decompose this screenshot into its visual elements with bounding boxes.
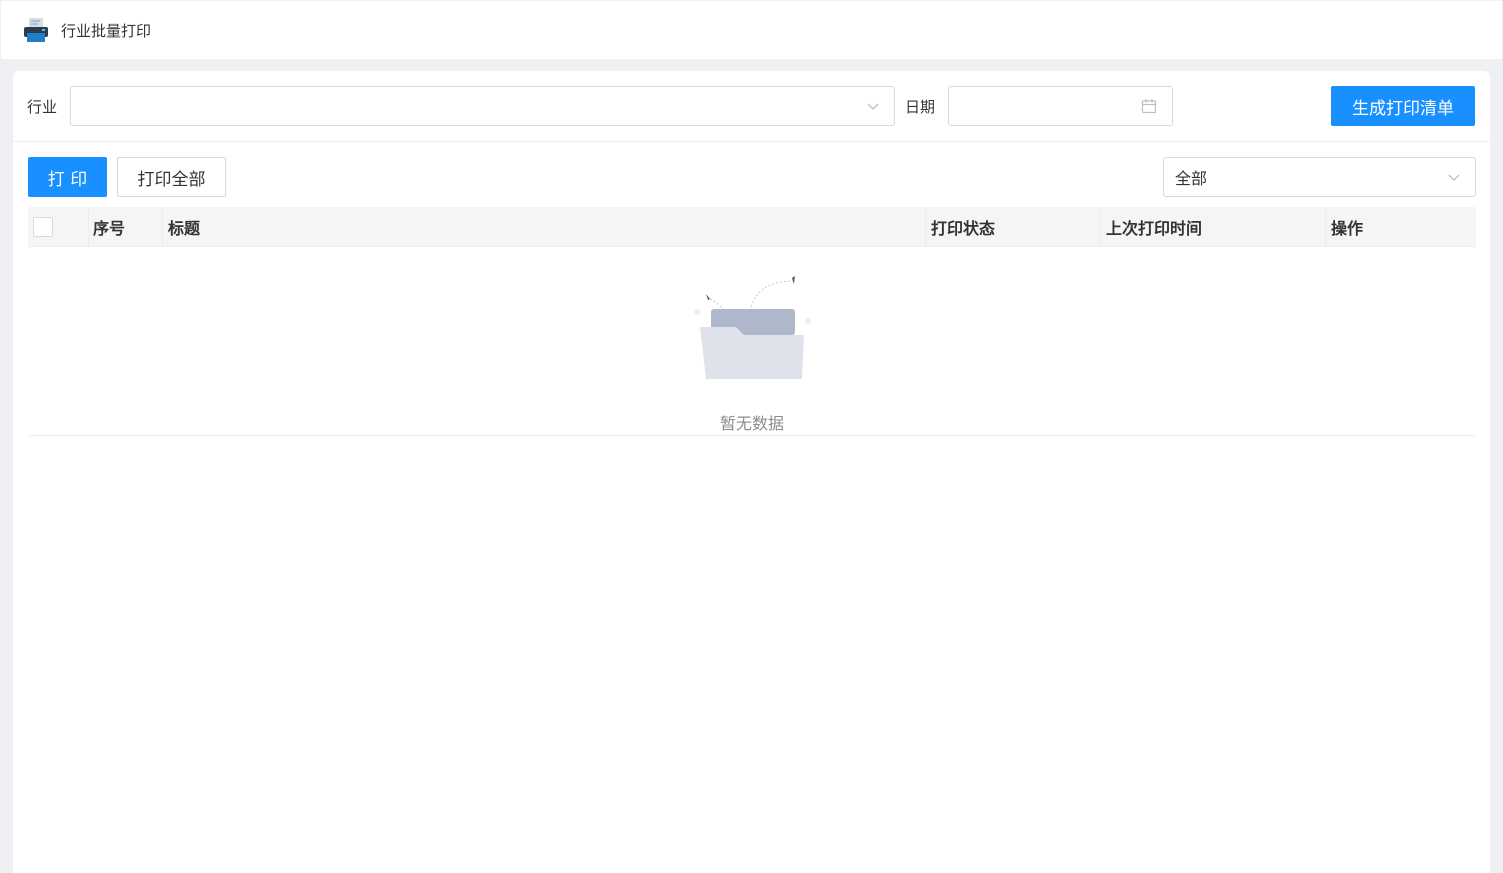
industry-select[interactable]: [70, 86, 895, 126]
table-header: 序号 标题 打印状态 上次打印时间 操作: [28, 207, 1476, 247]
title-bar: 行业批量打印: [1, 1, 1502, 59]
generate-print-list-button[interactable]: 生成打印清单: [1331, 86, 1475, 126]
date-label: 日期: [905, 98, 936, 116]
column-header-last-print-time: 上次打印时间: [1100, 207, 1326, 247]
filter-bar: 行业 日期 生成打印清单: [13, 71, 1490, 142]
print-status-filter-select[interactable]: 全部: [1163, 157, 1476, 197]
calendar-icon: [1141, 99, 1157, 114]
date-picker[interactable]: [948, 86, 1173, 126]
printer-icon: [24, 18, 48, 42]
chevron-down-icon: [867, 103, 879, 110]
column-header-actions: 操作: [1325, 207, 1476, 247]
empty-folder-icon: [694, 276, 811, 379]
column-header-print-status: 打印状态: [925, 207, 1100, 247]
main-panel: 行业 日期 生成打印清单 打 印 打印全部 全部 序号 标题 打印状态 上次打印…: [13, 71, 1490, 873]
select-all-checkbox[interactable]: [33, 217, 53, 237]
print-table: 序号 标题 打印状态 上次打印时间 操作 暂无数据: [28, 207, 1476, 436]
empty-state-text: 暂无数据: [719, 414, 784, 433]
industry-label: 行业: [27, 98, 58, 116]
chevron-down-icon: [1448, 174, 1460, 181]
print-button[interactable]: 打 印: [28, 157, 107, 197]
status-filter-value: 全部: [1175, 169, 1208, 188]
print-all-button[interactable]: 打印全部: [117, 157, 226, 197]
column-header-index: 序号: [88, 207, 163, 247]
table-body: 暂无数据: [28, 247, 1476, 436]
column-header-title: 标题: [162, 207, 925, 247]
window-title: 行业批量打印: [61, 21, 152, 40]
